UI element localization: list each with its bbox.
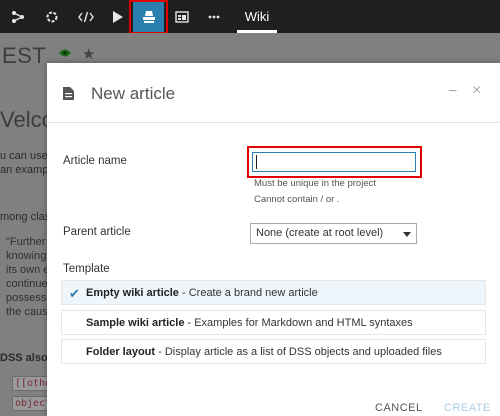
bg-line: the caus xyxy=(6,306,48,318)
template-option-folder[interactable]: Folder layout - Display article as a lis… xyxy=(61,339,486,364)
flow-icon[interactable] xyxy=(6,0,30,33)
run-icon[interactable] xyxy=(106,0,128,33)
eye-icon xyxy=(59,49,71,57)
template-desc: - Create a brand new article xyxy=(178,287,318,299)
caret-down-icon xyxy=(403,232,411,237)
minimize-button[interactable]: − xyxy=(448,83,457,101)
parent-article-label: Parent article xyxy=(63,226,131,238)
close-button[interactable]: × xyxy=(472,82,481,100)
bg-line: an examp xyxy=(0,164,49,176)
bg-line: "Further xyxy=(6,236,46,248)
template-option-sample[interactable]: Sample wiki article - Examples for Markd… xyxy=(61,310,486,335)
parent-article-select[interactable]: None (create at root level) xyxy=(250,223,417,244)
template-desc: - Examples for Markdown and HTML syntaxe… xyxy=(184,317,413,329)
article-name-label: Article name xyxy=(63,155,127,167)
create-button[interactable]: CREATE xyxy=(444,402,491,414)
template-name: Folder layout xyxy=(86,346,156,358)
bg-line: DSS also xyxy=(0,352,48,364)
checkmark-icon: ✔ xyxy=(69,286,80,301)
code-icon[interactable] xyxy=(73,0,99,33)
template-desc: - Display article as a list of DSS objec… xyxy=(155,346,442,358)
parent-article-value: None (create at root level) xyxy=(256,227,384,239)
hint-unique: Must be unique in the project xyxy=(254,178,376,189)
bg-line: continue xyxy=(6,278,48,290)
template-label: Template xyxy=(63,263,110,275)
tab-wiki[interactable]: Wiki xyxy=(236,0,278,33)
template-option-empty[interactable]: ✔ Empty wiki article - Create a brand ne… xyxy=(61,280,486,305)
more-icon[interactable] xyxy=(202,0,226,33)
wiki-icon-highlight xyxy=(129,0,168,34)
dialog-header: New article − × xyxy=(47,63,500,123)
cancel-button[interactable]: CANCEL xyxy=(375,402,423,414)
bg-line: its own e xyxy=(6,264,50,276)
dialog-title: New article xyxy=(91,84,176,103)
template-name: Empty wiki article xyxy=(86,287,179,299)
page-title: EST xyxy=(2,43,47,68)
top-navigation-bar: Wiki xyxy=(0,0,500,34)
bg-line: possess, xyxy=(6,292,50,304)
bg-line: mong clas xyxy=(0,211,51,223)
welcome-heading: Velco xyxy=(0,107,54,132)
template-name: Sample wiki article xyxy=(86,317,185,329)
document-icon xyxy=(63,87,74,100)
new-article-dialog: New article − × Article name Must be uni… xyxy=(47,63,500,416)
dashboard-icon[interactable] xyxy=(170,0,194,33)
recipe-icon[interactable] xyxy=(40,0,64,33)
bg-line: u can use xyxy=(0,150,48,162)
hint-chars: Cannot contain / or . xyxy=(254,194,340,205)
article-name-highlight xyxy=(247,146,422,178)
bg-line: knowing xyxy=(6,250,47,262)
star-icon: ★ xyxy=(82,46,96,63)
